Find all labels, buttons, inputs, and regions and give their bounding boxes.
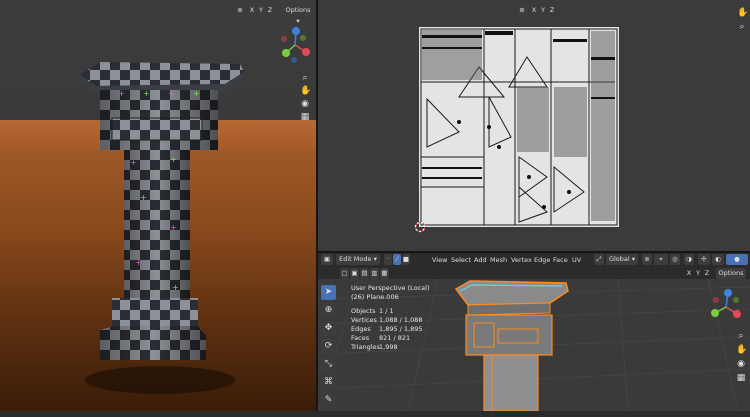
navigation-gizmo[interactable] — [703, 284, 749, 330]
select-mode-extend-icon[interactable]: ▣ — [350, 268, 359, 279]
annotate-icon[interactable]: ✎ — [321, 393, 336, 408]
cursor-select-icon[interactable]: ➤ — [321, 285, 336, 300]
stat-value: 1,998 — [379, 343, 398, 351]
gizmo-toggle-icon[interactable]: ✢ — [698, 254, 710, 265]
cursor-icon[interactable]: ⊕ — [321, 303, 336, 318]
stat-label: Objects — [351, 307, 376, 315]
pillar-model: + + + + + + + + + + — [80, 62, 244, 394]
svg-text:+: + — [135, 258, 142, 267]
mirror-z-toggle[interactable]: Z — [703, 268, 711, 279]
editor-type-icon[interactable]: ▣ — [321, 254, 333, 265]
overlays-icon[interactable]: ◐ — [712, 254, 724, 265]
options-label: Options — [718, 269, 744, 277]
mirror-z-toggle[interactable]: Z — [548, 5, 556, 16]
svg-text:+: + — [168, 89, 175, 98]
visibility-icon[interactable]: ◑ — [684, 254, 694, 265]
hand-icon[interactable]: ✋ — [300, 86, 311, 96]
stat-label: Faces — [351, 334, 370, 342]
face-select-icon[interactable]: ■ — [402, 254, 410, 265]
svg-text:+: + — [170, 223, 177, 232]
mirror-y-toggle[interactable]: Y — [257, 5, 265, 16]
hand-icon[interactable]: ✋ — [736, 345, 747, 355]
menu-vertex[interactable]: Vertex — [511, 256, 532, 264]
uv-editor[interactable]: ⊕ X Y Z ✋ ⌕ — [318, 0, 750, 251]
transform-orientation-dropdown[interactable]: Global ▾ — [606, 254, 638, 265]
snap-icon[interactable]: ⌖ — [654, 254, 668, 265]
mode-label: Edit Mode — [339, 255, 372, 263]
viewport-header: ▣ Edit Mode ▾ · ⁄ ■ View Select Add Mesh… — [318, 253, 750, 267]
mirror-x-toggle[interactable]: X — [530, 5, 538, 16]
navigation-gizmo[interactable] — [272, 22, 316, 68]
menu-select[interactable]: Select — [451, 256, 471, 264]
scale-icon[interactable]: ⤡ — [321, 357, 336, 372]
mirror-y-toggle[interactable]: Y — [694, 268, 702, 279]
stat-value: 1,895 / 1,895 — [379, 325, 423, 333]
mirror-y-toggle[interactable]: Y — [539, 5, 547, 16]
svg-text:+: + — [118, 89, 125, 98]
viewport-subheader: ▢ ▣ ▤ ▥ ▦ X Y Z Options ▾ — [318, 267, 750, 288]
stat-label: Edges — [351, 325, 371, 333]
orientation-icon[interactable]: ⤢ — [594, 254, 604, 265]
viewport-rendered[interactable]: + + + + + + + + + + ⊕ X Y Z Options ▾ ⌕ ✋ ◉ ▦ — [0, 0, 316, 411]
stat-label: Vertices — [351, 316, 377, 324]
status-bar — [0, 411, 750, 417]
hand-icon[interactable]: ✋ — [737, 8, 748, 18]
zoom-icon[interactable]: ⌕ — [737, 22, 747, 32]
uv-islands — [419, 27, 619, 227]
viewport-edit-mode[interactable]: ➤ ⊕ ✥ ⟳ ⤡ ⌘ ✎ User Perspective (Local) (… — [318, 279, 750, 411]
grid-icon[interactable]: ▦ — [736, 373, 746, 383]
select-mode-intersect-icon[interactable]: ▦ — [380, 268, 389, 279]
uv-texture-canvas[interactable] — [419, 27, 619, 227]
stat-value: 1 / 1 — [379, 307, 394, 315]
svg-text:+: + — [140, 193, 147, 202]
options-label: Options — [285, 6, 311, 14]
edge-select-icon[interactable]: ⁄ — [393, 254, 401, 265]
svg-text:+: + — [193, 89, 200, 98]
select-mode-subtract-icon[interactable]: ▤ — [360, 268, 369, 279]
transform-icon[interactable]: ⌘ — [321, 375, 336, 390]
uv-cursor-icon[interactable] — [414, 221, 426, 233]
svg-text:+: + — [170, 155, 177, 164]
mirror-x-toggle[interactable]: X — [248, 5, 256, 16]
svg-text:+: + — [143, 89, 150, 98]
svg-text:+: + — [130, 158, 137, 167]
view-name: User Perspective (Local) — [351, 284, 430, 292]
menu-uv[interactable]: UV — [572, 256, 581, 264]
svg-text:+: + — [172, 283, 179, 292]
menu-face[interactable]: Face — [553, 256, 568, 264]
mode-dropdown[interactable]: Edit Mode ▾ — [336, 254, 380, 265]
pivot-icon[interactable]: ⊚ — [642, 254, 652, 265]
menu-add[interactable]: Add — [474, 256, 487, 264]
select-mode-new-icon[interactable]: ▢ — [340, 268, 349, 279]
zoom-icon[interactable]: ⌕ — [300, 73, 310, 83]
orientation-icon[interactable]: ⊕ — [235, 5, 245, 16]
zoom-icon[interactable]: ⌕ — [736, 331, 746, 341]
object-name: (26) Plane.006 — [351, 293, 399, 301]
orientation-icon[interactable]: ⊕ — [517, 5, 527, 16]
mirror-z-toggle[interactable]: Z — [266, 5, 274, 16]
proportional-icon[interactable]: ◎ — [670, 254, 680, 265]
vertex-select-icon[interactable]: · — [384, 254, 392, 265]
options-dropdown[interactable]: Options ▾ — [283, 5, 313, 25]
mirror-x-toggle[interactable]: X — [685, 268, 693, 279]
options-dropdown[interactable]: Options ▾ — [716, 268, 746, 288]
move-icon[interactable]: ✥ — [321, 321, 336, 336]
menu-view[interactable]: View — [432, 256, 447, 264]
stat-value: 821 / 821 — [379, 334, 411, 342]
stat-label: Triangles — [351, 343, 380, 351]
rotate-icon[interactable]: ⟳ — [321, 339, 336, 354]
camera-icon[interactable]: ◉ — [736, 359, 746, 369]
shading-icon[interactable]: ● — [726, 254, 748, 265]
stat-value: 1,088 / 1,088 — [379, 316, 423, 324]
camera-icon[interactable]: ◉ — [300, 99, 310, 109]
grid-icon[interactable]: ▦ — [300, 112, 310, 122]
select-mode-invert-icon[interactable]: ▥ — [370, 268, 379, 279]
menu-mesh[interactable]: Mesh — [490, 256, 507, 264]
transform-orientation-label: Global — [608, 255, 630, 263]
menu-edge[interactable]: Edge — [534, 256, 550, 264]
